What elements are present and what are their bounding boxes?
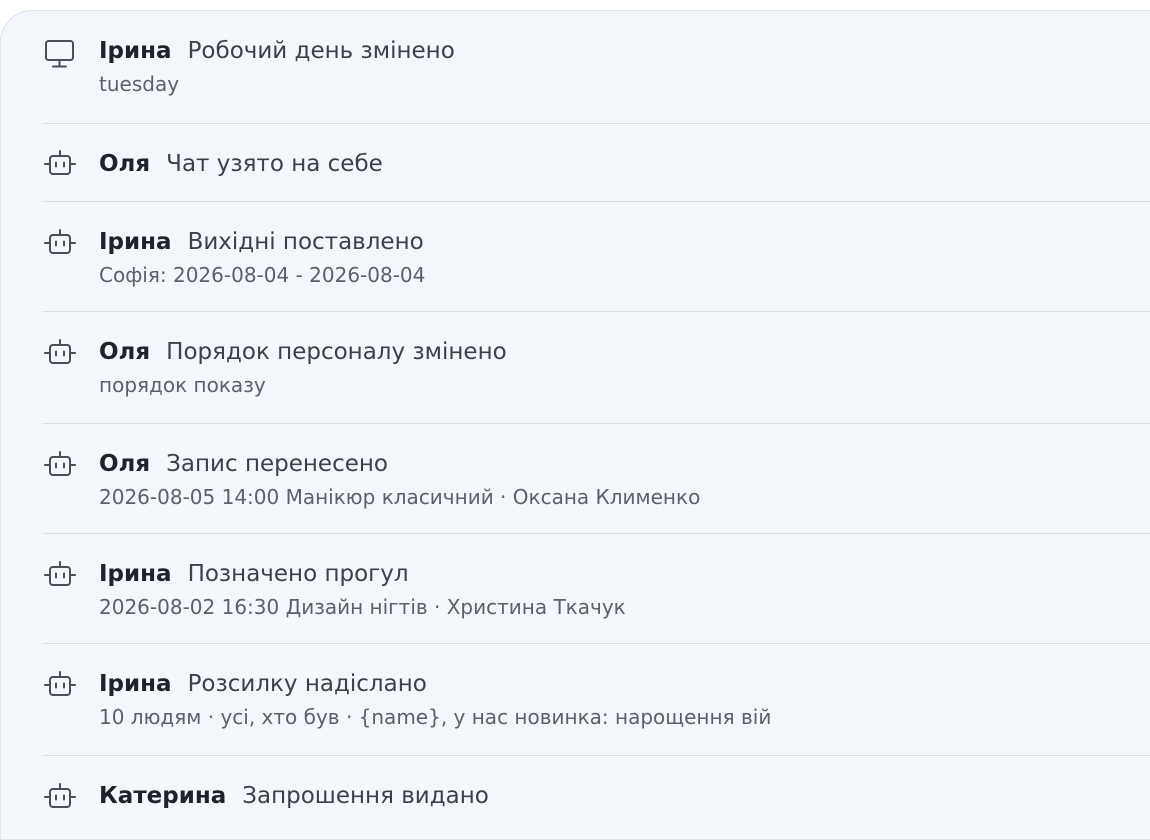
entry-author: Ірина	[99, 229, 172, 255]
activity-entry: Ірина Розсилку надіслано 10 людям · усі, …	[43, 644, 1150, 756]
entry-author: Ірина	[99, 561, 172, 587]
entry-action: Вихідні поставлено	[187, 229, 424, 255]
entry-author: Оля	[99, 339, 151, 365]
entry-author: Оля	[99, 151, 151, 177]
monitor-icon	[43, 37, 77, 71]
activity-entry: Оля Порядок персоналу змінено порядок пок…	[43, 312, 1150, 424]
activity-entry: Оля Чат узято на себе	[43, 124, 1150, 202]
entry-author: Оля	[99, 451, 151, 477]
entry-detail: 2026-08-05 14:00 Манікюр класичний · Окс…	[99, 485, 701, 509]
robot-icon	[43, 668, 77, 702]
entry-action: Робочий день змінено	[187, 38, 455, 64]
activity-entry: Катерина Запрошення видано	[43, 756, 1150, 839]
entry-detail: 2026-08-02 16:30 Дизайн нігтів · Христин…	[99, 595, 626, 619]
entry-detail: tuesday	[99, 72, 180, 96]
activity-entry: Ірина Позначено прогул 2026-08-02 16:30 Д…	[43, 534, 1150, 644]
activity-entry: Оля Запис перенесено 2026-08-05 14:00 Ман…	[43, 424, 1150, 534]
robot-icon	[43, 558, 77, 592]
entry-action: Позначено прогул	[187, 561, 409, 587]
robot-icon	[43, 226, 77, 260]
activity-entry: Ірина Вихідні поставлено Софія: 2026-08-0…	[43, 202, 1150, 312]
activity-feed: Ірина Робочий день змінено tuesday Оля Чат…	[43, 11, 1150, 839]
entry-action: Порядок персоналу змінено	[166, 339, 507, 365]
activity-panel: Ірина Робочий день змінено tuesday Оля Чат…	[0, 10, 1150, 840]
entry-author: Катерина	[99, 783, 227, 809]
robot-icon	[43, 147, 77, 181]
robot-icon	[43, 448, 77, 482]
robot-icon	[43, 780, 77, 814]
activity-entry: Ірина Робочий день змінено tuesday	[43, 11, 1150, 124]
robot-icon	[43, 336, 77, 370]
entry-author: Ірина	[99, 671, 172, 697]
entry-action: Запрошення видано	[242, 783, 489, 809]
entry-detail: Софія: 2026-08-04 - 2026-08-04	[99, 263, 426, 287]
entry-action: Розсилку надіслано	[187, 671, 427, 697]
entry-detail: порядок показу	[99, 373, 266, 397]
entry-detail: 10 людям · усі, хто був · {name}, у нас …	[99, 705, 772, 729]
entry-action: Запис перенесено	[166, 451, 388, 477]
entry-action: Чат узято на себе	[166, 151, 383, 177]
entry-author: Ірина	[99, 38, 172, 64]
